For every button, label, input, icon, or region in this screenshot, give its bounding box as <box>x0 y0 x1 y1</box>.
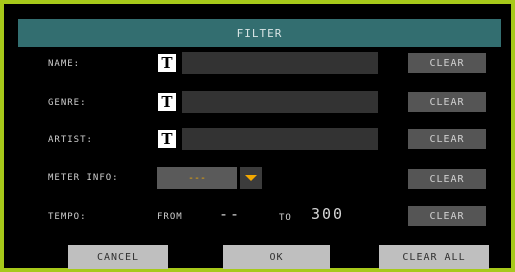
tempo-to-value[interactable]: 300 <box>311 205 344 223</box>
cancel-button[interactable]: CANCEL <box>68 245 168 269</box>
name-field[interactable] <box>182 52 378 74</box>
name-clear-button[interactable]: CLEAR <box>408 53 486 73</box>
tempo-label: TEMPO: <box>48 212 87 222</box>
tempo-clear-button[interactable]: CLEAR <box>408 206 486 226</box>
dialog-title: FILTER <box>18 19 501 47</box>
clear-all-button[interactable]: CLEAR ALL <box>379 245 489 269</box>
genre-label: GENRE: <box>48 98 87 108</box>
filter-dialog: FILTER NAME: T CLEAR GENRE: T CLEAR ARTI… <box>0 0 515 272</box>
tempo-from-label: FROM <box>157 212 183 222</box>
tempo-from-value[interactable]: -- <box>219 205 241 223</box>
name-text-edit-icon[interactable]: T <box>158 54 176 72</box>
tempo-to-label: TO <box>279 213 292 223</box>
meter-info-clear-button[interactable]: CLEAR <box>408 169 486 189</box>
meter-info-label: METER INFO: <box>48 173 119 183</box>
meter-info-select[interactable]: --- <box>157 167 237 189</box>
name-label: NAME: <box>48 59 81 69</box>
artist-label: ARTIST: <box>48 135 93 145</box>
ok-button[interactable]: OK <box>223 245 330 269</box>
dropdown-arrow-icon[interactable] <box>240 167 262 189</box>
artist-clear-button[interactable]: CLEAR <box>408 129 486 149</box>
artist-field[interactable] <box>182 128 378 150</box>
genre-clear-button[interactable]: CLEAR <box>408 92 486 112</box>
genre-text-edit-icon[interactable]: T <box>158 93 176 111</box>
genre-field[interactable] <box>182 91 378 113</box>
artist-text-edit-icon[interactable]: T <box>158 130 176 148</box>
